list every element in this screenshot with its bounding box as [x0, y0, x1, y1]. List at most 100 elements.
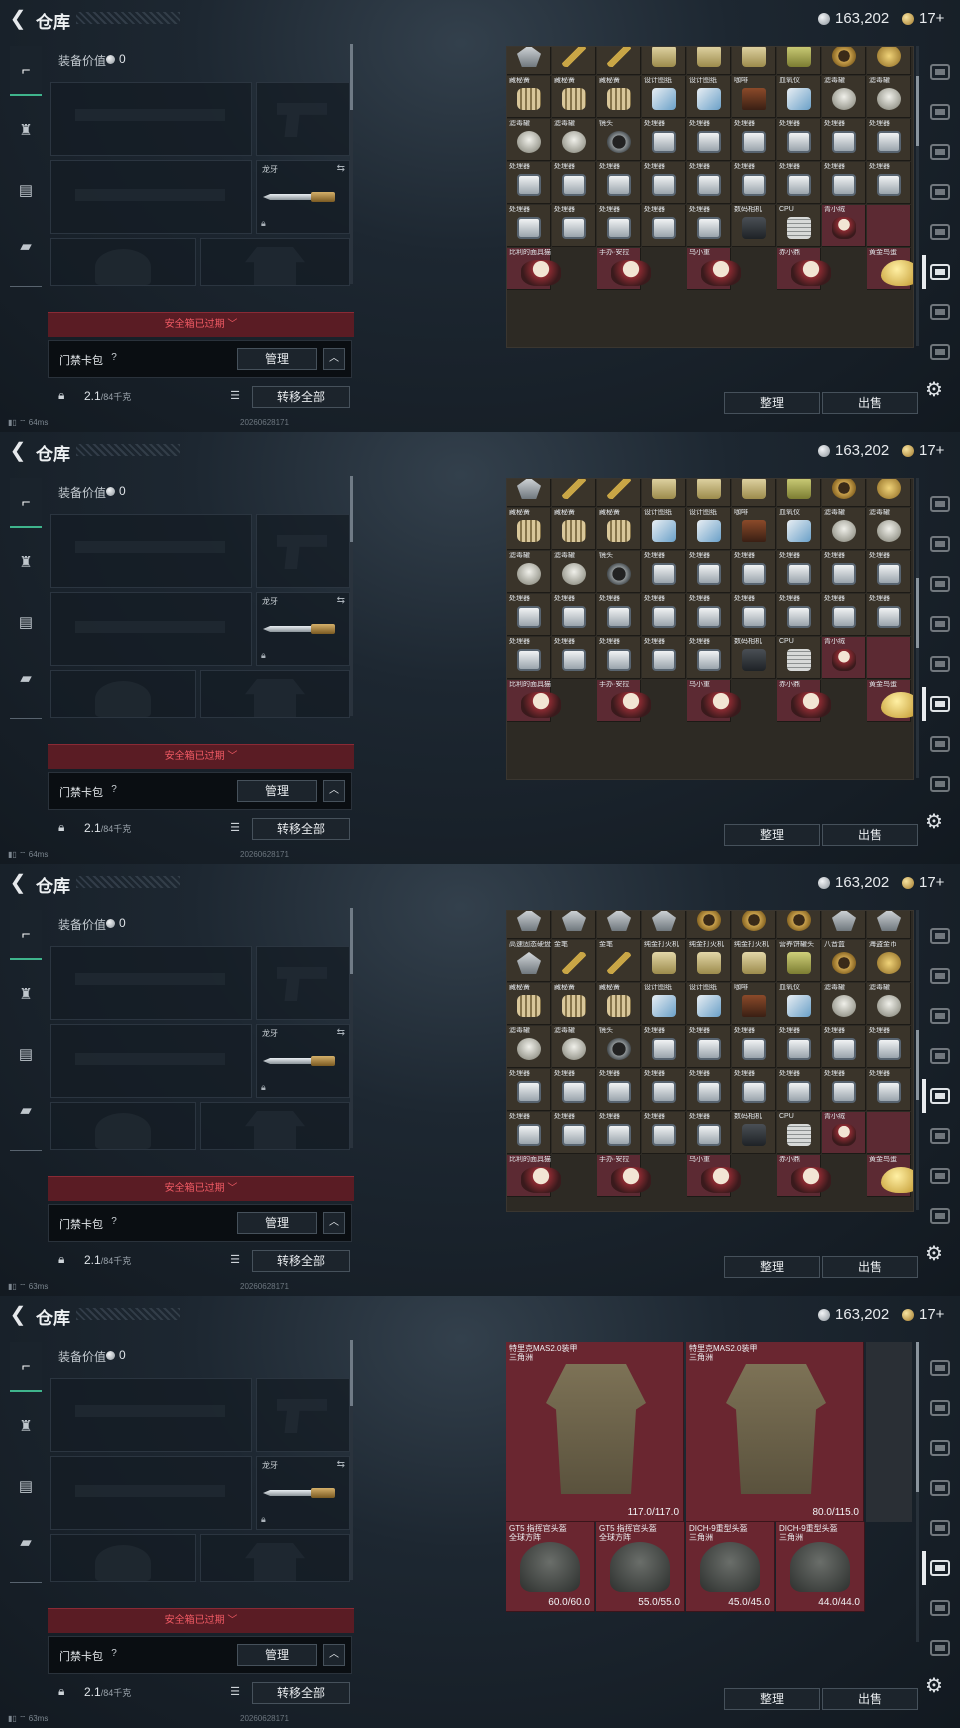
stash-page-8-icon[interactable]: [928, 1636, 952, 1660]
melee-slot[interactable]: 龙牙 ⇆ 🔒︎: [256, 1024, 350, 1098]
stash-item[interactable]: 处理器: [777, 119, 821, 161]
stash-item[interactable]: 藏秘簧: [597, 76, 641, 118]
stash-item[interactable]: 赤小鼎: [777, 248, 831, 290]
stash-page-1-icon[interactable]: [928, 924, 952, 948]
stash-item[interactable]: 藏秘簧: [552, 76, 596, 118]
stash-item[interactable]: 咖啡: [732, 983, 776, 1025]
stash-page-5-icon[interactable]: [928, 1084, 952, 1108]
stash-item[interactable]: 青小绒: [822, 1112, 866, 1154]
stash-item[interactable]: 处理器: [507, 637, 551, 679]
collapse-button[interactable]: ︿: [323, 780, 345, 802]
primary-weapon-slot[interactable]: [50, 1378, 252, 1452]
stash-item[interactable]: 比利的面具猫: [507, 248, 561, 290]
stash-page-2-icon[interactable]: [928, 964, 952, 988]
stash-scrollbar[interactable]: [916, 910, 919, 1210]
stash-item[interactable]: 处理器: [732, 594, 776, 636]
stash-item[interactable]: 咖啡: [732, 508, 776, 550]
tab-case[interactable]: ▰: [10, 222, 42, 270]
stash-page-6-icon[interactable]: [928, 692, 952, 716]
swap-icon[interactable]: ⇆: [337, 595, 345, 606]
stash-item[interactable]: 纯金打火机: [642, 479, 686, 507]
stash-item[interactable]: 处理器: [777, 1026, 821, 1068]
melee-slot[interactable]: 龙牙 ⇆ 🔒︎: [256, 160, 350, 234]
tab-rig[interactable]: ▤: [10, 1030, 42, 1078]
stash-item[interactable]: 人工晶体: [597, 911, 641, 939]
stash-page-6-icon[interactable]: [928, 260, 952, 284]
stash-item[interactable]: 优秀板: [822, 911, 866, 939]
tab-case[interactable]: ▰: [10, 1518, 42, 1566]
stash-item[interactable]: 青小绒: [822, 637, 866, 679]
stash-item[interactable]: 金笔: [552, 940, 596, 982]
list-icon[interactable]: ☰: [226, 818, 244, 838]
stash-item[interactable]: 人工晶体: [642, 911, 686, 939]
armor-item[interactable]: 特里克MAS2.0装甲 三角洲 117.0/117.0: [506, 1342, 684, 1522]
stash-page-8-icon[interactable]: [928, 1204, 952, 1228]
stash-item[interactable]: 海盗金币: [867, 47, 911, 75]
armor-item[interactable]: 特里克MAS2.0装甲 三角洲 80.0/115.0: [686, 1342, 864, 1522]
stash-item[interactable]: 藏秘簧: [552, 983, 596, 1025]
tab-armor[interactable]: ♜: [10, 970, 42, 1018]
collapse-button[interactable]: ︿: [323, 1644, 345, 1666]
back-arrow-icon[interactable]: ❮: [8, 441, 28, 461]
stash-item[interactable]: 黄金鸟蛋: [867, 680, 913, 722]
stash-item[interactable]: 金笔: [552, 479, 596, 507]
tab-armor[interactable]: ♜: [10, 538, 42, 586]
stash-item[interactable]: 处理器: [687, 551, 731, 593]
sort-button[interactable]: 整理: [724, 392, 820, 414]
stash-item[interactable]: 处理器: [642, 551, 686, 593]
stash-item[interactable]: 金笔: [597, 940, 641, 982]
stash-item[interactable]: 滤毒罐: [822, 76, 866, 118]
stash-item[interactable]: 八音盒: [822, 47, 866, 75]
gold-currency[interactable]: 17+: [902, 442, 944, 459]
sell-button[interactable]: 出售: [822, 1256, 918, 1278]
helmet-slot[interactable]: [50, 238, 196, 286]
stash-item[interactable]: 处理器: [687, 162, 731, 204]
stash-page-2-icon[interactable]: [928, 100, 952, 124]
stash-page-2-icon[interactable]: [928, 1396, 952, 1420]
stash-cell-empty[interactable]: [732, 1155, 776, 1197]
back-arrow-icon[interactable]: ❮: [8, 1305, 28, 1325]
tab-weapons[interactable]: ⌐: [10, 910, 42, 960]
stash-item[interactable]: 处理器: [507, 1069, 551, 1111]
stash-item[interactable]: 镜头: [597, 1026, 641, 1068]
stash-item[interactable]: 纯金打火机: [732, 940, 776, 982]
stash-item[interactable]: 营养饼罐头: [777, 47, 821, 75]
stash-cell-empty[interactable]: [552, 680, 596, 722]
stash-page-7-icon[interactable]: [928, 1596, 952, 1620]
transfer-all-button[interactable]: 转移全部: [252, 818, 350, 840]
helmet-item[interactable]: DICH-9重型头盔 三角洲 44.0/44.0: [776, 1522, 865, 1612]
stash-item[interactable]: 藏秘簧: [597, 983, 641, 1025]
stash-scrollbar[interactable]: [916, 46, 919, 346]
stash-item[interactable]: 优秀板: [867, 911, 911, 939]
stash-item[interactable]: 海盗金币: [867, 479, 911, 507]
stash-item[interactable]: 高速固态硬盘: [507, 479, 551, 507]
help-icon[interactable]: ?: [107, 1647, 121, 1661]
gold-currency[interactable]: 17+: [902, 874, 944, 891]
stash-item[interactable]: 人工晶体: [507, 911, 551, 939]
stash-cell-empty[interactable]: [867, 637, 911, 679]
stash-page-7-icon[interactable]: [928, 732, 952, 756]
stash-item[interactable]: 藏秘簧: [507, 76, 551, 118]
help-icon[interactable]: ?: [107, 783, 121, 797]
stash-item[interactable]: 设计图纸: [642, 76, 686, 118]
stash-item[interactable]: 处理器: [822, 119, 866, 161]
gear-icon[interactable]: ⚙: [922, 1242, 946, 1266]
stash-item[interactable]: 处理器: [552, 637, 596, 679]
stash-item[interactable]: 八音盒: [822, 479, 866, 507]
secondary-weapon-slot[interactable]: [50, 592, 252, 666]
stash-item[interactable]: 设计图纸: [687, 983, 731, 1025]
help-icon[interactable]: ?: [107, 351, 121, 365]
stash-item[interactable]: 卫队金表: [732, 911, 776, 939]
safebox-expired-banner[interactable]: 安全箱已过期 ﹀: [48, 1608, 354, 1633]
stash-item[interactable]: 处理器: [867, 1026, 911, 1068]
stash-item[interactable]: 藏秘簧: [507, 983, 551, 1025]
stash-item[interactable]: 青小绒: [822, 205, 866, 247]
stash-item[interactable]: 处理器: [507, 205, 551, 247]
stash-item[interactable]: 处理器: [642, 1026, 686, 1068]
pistol-slot[interactable]: [256, 514, 350, 588]
stash-page-3-icon[interactable]: [928, 1004, 952, 1028]
stash-item[interactable]: 镜头: [597, 119, 641, 161]
gold-currency[interactable]: 17+: [902, 10, 944, 27]
safebox-expired-banner[interactable]: 安全箱已过期 ﹀: [48, 744, 354, 769]
manage-button[interactable]: 管理: [237, 1644, 317, 1666]
